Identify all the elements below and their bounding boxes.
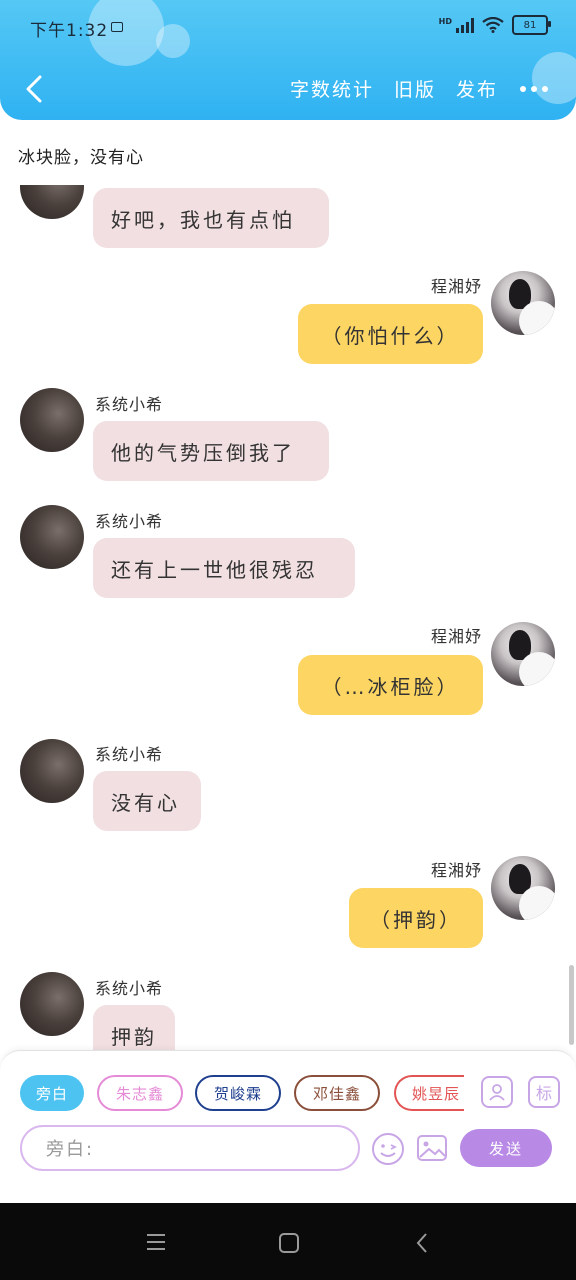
network-type: HD	[438, 16, 452, 26]
message-input[interactable]: 旁白:	[20, 1125, 360, 1171]
message-bubble[interactable]: 还有上一世他很残忍	[93, 538, 355, 598]
system-nav-bar	[0, 1203, 576, 1280]
role-chip[interactable]: 姚昱辰	[394, 1075, 464, 1111]
status-time: 下午1:32	[30, 21, 109, 41]
more-options-icon[interactable]	[518, 85, 550, 92]
avatar[interactable]	[20, 739, 84, 803]
composer-panel: 旁白 朱志鑫 贺峻霖 邓佳鑫 姚昱辰 标 旁白: 发送	[0, 1050, 576, 1205]
avatar[interactable]	[20, 972, 84, 1036]
message-bubble[interactable]: （…冰柜脸）	[298, 655, 483, 715]
sender-name: 系统小希	[95, 395, 164, 414]
word-count-link[interactable]: 字数统计	[290, 75, 374, 102]
sender-name: 程湘妤	[430, 861, 482, 880]
tag-icon-label: 标	[535, 1084, 552, 1103]
role-chip[interactable]: 邓佳鑫	[294, 1075, 380, 1111]
battery-level: 81	[523, 19, 537, 31]
message-list[interactable]: 好吧，我也有点怕 程湘妤 （你怕什么） 系统小希 他的气势压倒我了 系统小希 还…	[0, 185, 576, 1050]
scrollbar[interactable]	[569, 965, 574, 1045]
sender-name: 系统小希	[95, 745, 164, 764]
tag-button[interactable]: 标	[528, 1076, 560, 1108]
message-bubble[interactable]: 没有心	[93, 771, 201, 831]
old-version-link[interactable]: 旧版	[394, 75, 436, 102]
message-bubble[interactable]: 他的气势压倒我了	[93, 421, 329, 481]
image-icon[interactable]	[416, 1132, 448, 1164]
battery-icon: 81	[512, 15, 551, 35]
decorative-bubble	[156, 24, 190, 58]
person-card-icon[interactable]	[481, 1076, 513, 1108]
role-chip[interactable]: 贺峻霖	[195, 1075, 281, 1111]
avatar[interactable]	[491, 622, 555, 686]
person-icon	[489, 1084, 505, 1101]
input-placeholder: 旁白:	[46, 1139, 95, 1160]
top-bar: 下午1:32 HD 81 字数统计 旧版 发布	[0, 0, 576, 120]
signal-icon	[456, 17, 474, 33]
message-bubble[interactable]: （押韵）	[349, 888, 483, 948]
emoji-icon[interactable]	[371, 1132, 405, 1166]
role-chip-narration[interactable]: 旁白	[20, 1075, 84, 1111]
publish-link[interactable]: 发布	[456, 75, 498, 102]
menu-icon[interactable]	[145, 1233, 167, 1251]
notification-icon	[111, 22, 123, 32]
back-button[interactable]	[18, 70, 50, 108]
home-icon[interactable]	[278, 1232, 300, 1254]
avatar[interactable]	[20, 388, 84, 452]
header-actions: 字数统计 旧版 发布	[290, 75, 550, 102]
message-bubble[interactable]: 好吧，我也有点怕	[93, 188, 329, 248]
chevron-left-icon	[26, 75, 42, 103]
avatar[interactable]	[491, 271, 555, 335]
sender-name: 程湘妤	[430, 627, 482, 646]
sender-name: 系统小希	[95, 512, 164, 531]
story-subtitle: 冰块脸，没有心	[18, 148, 144, 168]
back-icon[interactable]	[414, 1231, 430, 1255]
sender-name: 程湘妤	[430, 277, 482, 296]
message-bubble[interactable]: 押韵	[93, 1005, 175, 1050]
send-button[interactable]: 发送	[460, 1129, 552, 1167]
avatar[interactable]	[491, 856, 555, 920]
wifi-icon	[482, 17, 504, 33]
role-chip[interactable]: 朱志鑫	[97, 1075, 183, 1111]
avatar[interactable]	[20, 185, 84, 219]
avatar[interactable]	[20, 505, 84, 569]
status-icons: HD 81	[438, 15, 551, 35]
sender-name: 系统小希	[95, 979, 164, 998]
message-bubble[interactable]: （你怕什么）	[298, 304, 483, 364]
